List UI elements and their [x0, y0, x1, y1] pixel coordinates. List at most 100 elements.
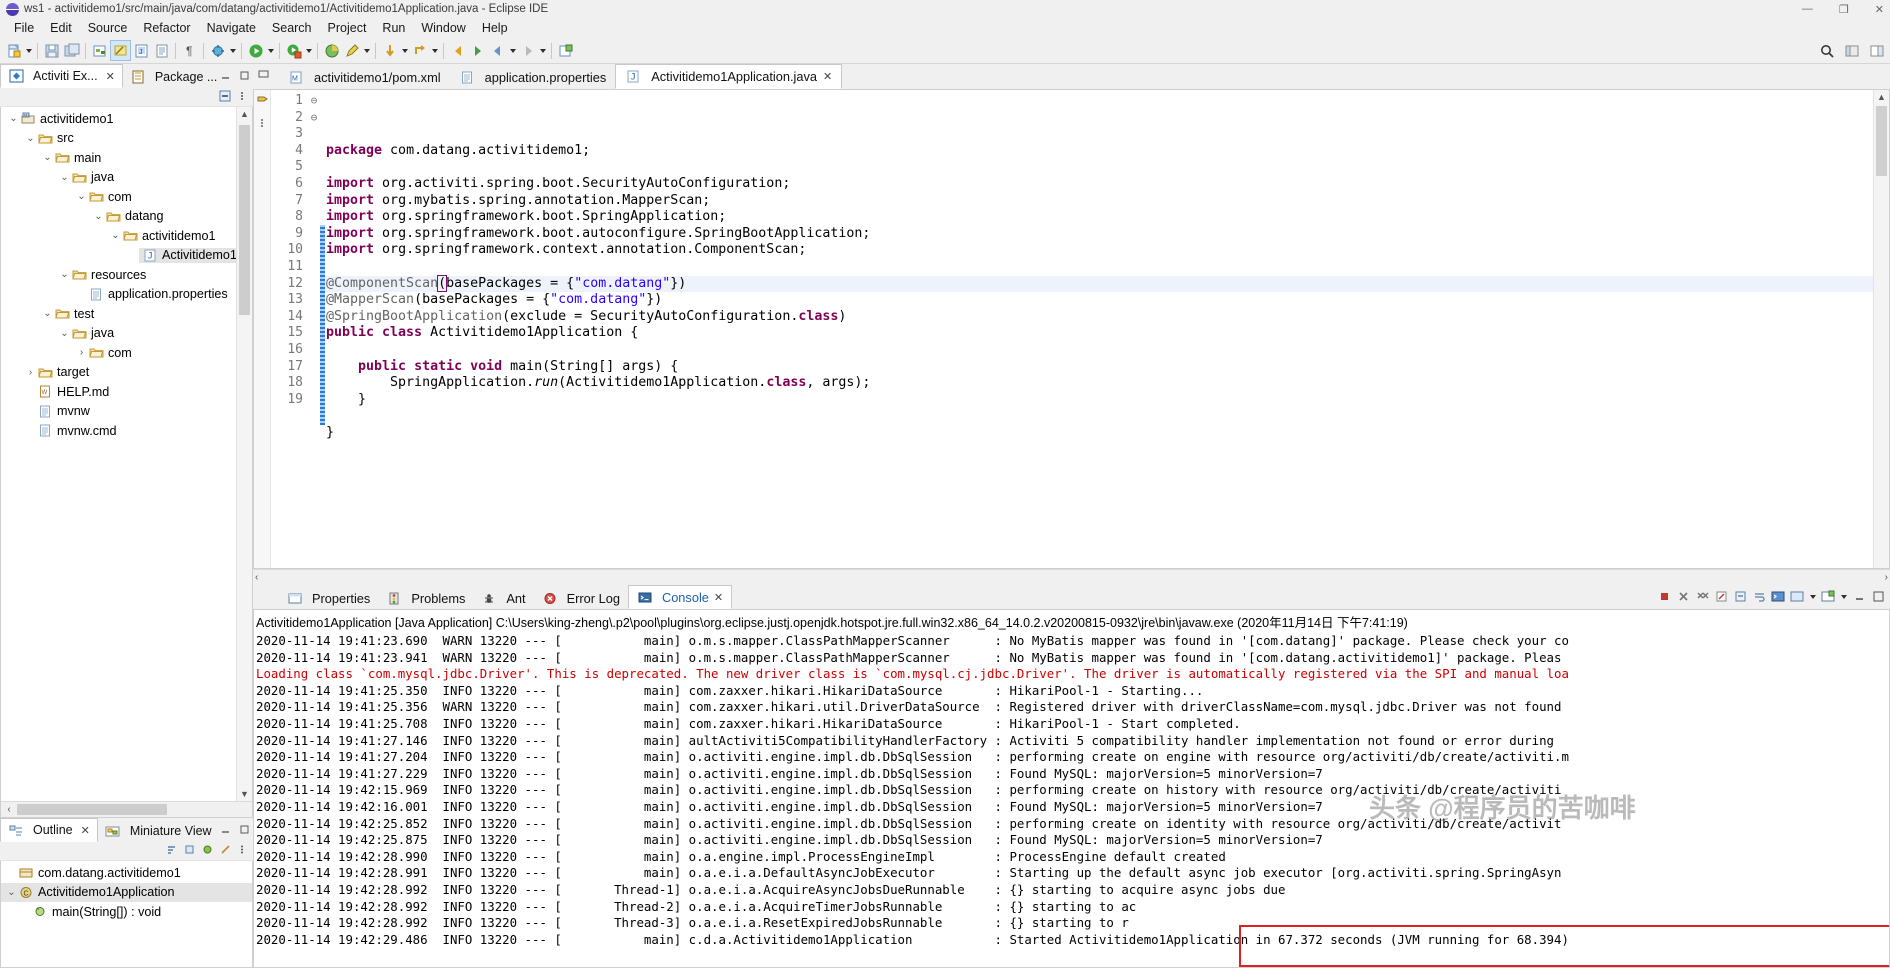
tree-item[interactable]: ⌄ java — [1, 324, 252, 344]
tree-scroll-thumb[interactable] — [239, 125, 250, 315]
tree-item[interactable]: J Activitidemo1 — [1, 246, 252, 266]
tree-twisty-icon[interactable]: ⌄ — [7, 113, 20, 124]
explorer-tab-0[interactable]: Activiti Ex... ✕ — [0, 64, 123, 88]
code-line[interactable] — [320, 159, 1873, 176]
tree-horizontal-scrollbar[interactable]: ‹ — [1, 801, 252, 817]
editor-tab-1[interactable]: application.properties — [450, 66, 616, 89]
project-tree[interactable]: ⌄ MJ activitidemo1 ⌄ src ⌄ main ⌄ java ⌄ com ⌄ datan… — [0, 107, 253, 818]
tree-item-content[interactable]: mvnw.cmd — [37, 423, 116, 438]
menu-item-edit[interactable]: Edit — [42, 19, 80, 37]
display-selected-console-icon[interactable] — [1789, 589, 1805, 605]
next-annotation-icon[interactable] — [468, 41, 487, 60]
code-line[interactable] — [320, 441, 1873, 458]
tree-item-content[interactable]: java — [71, 170, 114, 185]
step-into-icon[interactable] — [380, 41, 399, 60]
menu-item-help[interactable]: Help — [474, 19, 516, 37]
console-output[interactable]: Activitidemo1Application [Java Applicati… — [253, 609, 1890, 968]
editor-scroll-thumb[interactable] — [1876, 106, 1887, 176]
code-line[interactable] — [320, 259, 1873, 276]
editor-tab-2[interactable]: J Activitidemo1Application.java ✕ — [615, 64, 843, 89]
tree-item-content[interactable]: datang — [105, 209, 164, 224]
step-over-dropdown-icon[interactable] — [430, 41, 439, 60]
tree-item[interactable]: ⌄ resources — [1, 265, 252, 285]
scroll-up-icon[interactable]: ▲ — [237, 107, 252, 122]
code-line[interactable]: } — [320, 425, 1873, 442]
minimize-console-icon[interactable] — [1851, 589, 1867, 605]
search-icon[interactable] — [1817, 41, 1836, 60]
step-into-dropdown-icon[interactable] — [400, 41, 409, 60]
close-icon[interactable]: ✕ — [714, 591, 723, 604]
tree-item[interactable]: ⌄ com — [1, 187, 252, 207]
maximize-view-icon[interactable] — [239, 824, 250, 838]
marker-dropdown-icon[interactable] — [362, 41, 371, 60]
close-icon[interactable]: ✕ — [81, 824, 90, 837]
tree-vertical-scrollbar[interactable]: ▲ ▼ — [236, 107, 252, 802]
tree-item[interactable]: mvnw.cmd — [1, 421, 252, 441]
tree-item-content[interactable]: src — [37, 131, 74, 146]
tree-item-content[interactable]: test — [54, 306, 94, 321]
coverage-icon[interactable] — [322, 41, 341, 60]
scroll-down-icon[interactable]: ▼ — [237, 787, 252, 802]
restore-icon[interactable] — [258, 67, 271, 82]
tree-item[interactable]: ⌄ MJ activitidemo1 — [1, 109, 252, 129]
show-console-icon[interactable] — [1770, 589, 1786, 605]
run-external-dropdown-icon[interactable] — [304, 41, 313, 60]
code-line[interactable]: package com.datang.activitidemo1; — [320, 143, 1873, 160]
code-line[interactable]: import org.mybatis.spring.annotation.Map… — [320, 193, 1873, 210]
outline-list[interactable]: com.datang.activitidemo1 ⌄ C Activitidemo1A… — [0, 861, 253, 968]
open-console-dropdown-icon[interactable] — [1839, 587, 1848, 606]
editor-vertical-scrollbar[interactable]: ▲ — [1873, 90, 1889, 568]
code-line[interactable]: @ComponentScan(basePackages = {"com.data… — [320, 274, 1873, 293]
clear-console-icon[interactable] — [1713, 589, 1729, 605]
tree-item[interactable]: ⌄ test — [1, 304, 252, 324]
code-line[interactable]: } — [320, 392, 1873, 409]
outline-item[interactable]: main(String[]) : void — [1, 902, 252, 922]
tree-item[interactable]: W HELP.md — [1, 382, 252, 402]
outline-tab-1[interactable]: Miniature View — [97, 819, 219, 842]
console-tab-2[interactable]: Ant — [473, 587, 533, 609]
editor-tab-0[interactable]: Mactivitidemo1/pom.xml — [279, 66, 450, 89]
tree-item-content[interactable]: main — [54, 150, 101, 165]
back-dropdown-icon[interactable] — [508, 41, 517, 60]
toggle-breadcrumb-icon[interactable] — [256, 93, 269, 109]
run-dropdown-icon[interactable] — [266, 41, 275, 60]
close-button[interactable]: ✕ — [1875, 3, 1884, 16]
console-tab-4[interactable]: Console ✕ — [627, 585, 733, 609]
sort-icon[interactable] — [165, 843, 178, 859]
code-line[interactable]: public class Activitidemo1Application { — [320, 325, 1873, 342]
tree-twisty-icon[interactable]: › — [24, 367, 37, 378]
tree-item[interactable]: ⌄ datang — [1, 207, 252, 227]
tree-twisty-icon[interactable]: ⌄ — [75, 191, 88, 202]
fold-toggle-icon[interactable]: ⊖ — [308, 93, 320, 110]
editor-horizontal-scrollbar[interactable]: ‹ › — [253, 569, 1890, 585]
tree-twisty-icon[interactable]: ⌄ — [41, 152, 54, 163]
tree-twisty-icon[interactable]: ⌄ — [41, 308, 54, 319]
view-menu-icon[interactable] — [237, 89, 247, 106]
activiti-editor-icon[interactable] — [110, 40, 131, 61]
outline-item[interactable]: com.datang.activitidemo1 — [1, 863, 252, 883]
save-all-icon[interactable] — [62, 41, 81, 60]
menu-item-refactor[interactable]: Refactor — [135, 19, 198, 37]
editor-marker-gutter[interactable] — [254, 90, 271, 568]
paragraph-mark-icon[interactable]: ¶ — [180, 41, 199, 60]
tree-item-content[interactable]: application.properties — [88, 287, 228, 302]
code-line[interactable] — [320, 342, 1873, 359]
marker-pen-icon[interactable] — [342, 41, 361, 60]
code-line[interactable]: import org.springframework.boot.autoconf… — [320, 226, 1873, 243]
tree-item[interactable]: ⌄ src — [1, 129, 252, 149]
tree-item[interactable]: › target — [1, 363, 252, 383]
new-dropdown-icon[interactable] — [24, 41, 33, 60]
code-line[interactable]: @SpringBootApplication(exclude = Securit… — [320, 309, 1873, 326]
maximize-console-icon[interactable] — [1870, 589, 1886, 605]
forward-icon[interactable] — [518, 41, 537, 60]
menu-item-search[interactable]: Search — [264, 19, 320, 37]
console-tab-0[interactable]: Properties — [279, 587, 378, 609]
tree-item[interactable]: application.properties — [1, 285, 252, 305]
new-icon[interactable] — [4, 41, 23, 60]
save-icon[interactable] — [42, 41, 61, 60]
menu-item-navigate[interactable]: Navigate — [199, 19, 264, 37]
explorer-tab-1[interactable]: Package ... — [122, 65, 225, 88]
tree-item-content[interactable]: MJ activitidemo1 — [20, 111, 114, 126]
menu-item-project[interactable]: Project — [320, 19, 375, 37]
hide-fields-icon[interactable] — [183, 843, 196, 859]
